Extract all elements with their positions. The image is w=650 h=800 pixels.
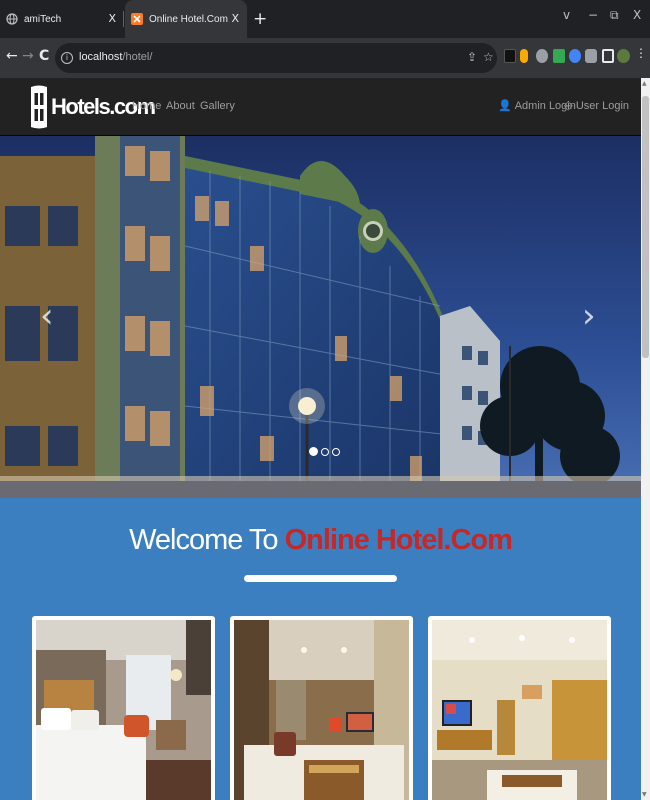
url-path: /hotel/ xyxy=(122,51,153,63)
page-viewport: Hotels.com Home About Gallery 👤 Admin Lo… xyxy=(0,78,641,800)
carousel-indicators xyxy=(309,447,340,456)
extensions-puzzle-icon[interactable] xyxy=(585,49,597,63)
user-login-label: User Login xyxy=(575,100,630,112)
room-card[interactable] xyxy=(428,616,611,800)
profile-avatar[interactable] xyxy=(617,49,630,63)
tab-close-button[interactable]: X xyxy=(231,12,239,25)
tab-amitech[interactable]: amiTech X xyxy=(0,0,124,38)
extension-icon[interactable] xyxy=(504,49,516,63)
tab-title: amiTech xyxy=(24,13,62,25)
url-text: localhost/hotel/ xyxy=(79,51,152,63)
nav-home-link[interactable]: Home xyxy=(132,100,161,112)
user-login-link[interactable]: ⎆ User Login xyxy=(564,99,629,113)
heading-underline xyxy=(244,575,397,582)
carousel-next-button[interactable]: › xyxy=(582,296,596,336)
welcome-heading: Welcome To Online Hotel.Com xyxy=(0,524,641,557)
user-icon: 👤 xyxy=(498,99,512,112)
side-panel-icon[interactable] xyxy=(602,49,614,63)
scrollbar-thumb[interactable] xyxy=(642,96,649,358)
browser-tab-strip: amiTech X Online Hotel.Com X + v − ⧉ X xyxy=(0,0,650,38)
url-host: localhost xyxy=(79,51,123,63)
scroll-up-arrow-icon[interactable]: ▲ xyxy=(642,80,647,87)
extension-icon[interactable] xyxy=(553,49,565,63)
room-card[interactable] xyxy=(230,616,413,800)
tab-title: Online Hotel.Com xyxy=(149,13,228,25)
welcome-brand: Online Hotel.Com xyxy=(284,524,513,556)
restore-button[interactable]: ⧉ xyxy=(610,8,619,23)
extension-icon[interactable] xyxy=(520,49,528,63)
tab-online-hotel[interactable]: Online Hotel.Com X xyxy=(125,0,247,38)
hotels-logo-icon xyxy=(31,85,47,129)
room-card[interactable] xyxy=(32,616,215,800)
welcome-prefix: Welcome To xyxy=(129,524,285,556)
bookmark-star-icon[interactable]: ☆ xyxy=(483,50,494,64)
hotel-building-photo xyxy=(0,136,641,498)
globe-icon xyxy=(6,13,18,25)
carousel-indicator[interactable] xyxy=(309,447,318,456)
tab-close-button[interactable]: X xyxy=(108,12,116,25)
site-info-icon[interactable]: i xyxy=(61,52,73,64)
scroll-down-arrow-icon[interactable]: ▼ xyxy=(642,791,647,798)
extension-icon[interactable] xyxy=(569,49,581,63)
xampp-icon xyxy=(131,13,143,25)
back-button[interactable]: ← xyxy=(6,48,18,64)
room-photo xyxy=(432,620,607,800)
forward-button[interactable]: → xyxy=(22,48,34,64)
extension-gear-icon[interactable] xyxy=(536,49,548,63)
room-photo xyxy=(234,620,409,800)
share-icon[interactable]: ⇪ xyxy=(467,50,477,64)
carousel-prev-button[interactable]: ‹ xyxy=(40,296,54,336)
carousel-indicator[interactable] xyxy=(332,448,340,456)
browser-menu-icon[interactable]: ⋮ xyxy=(635,46,647,60)
window-close-button[interactable]: X xyxy=(633,8,641,22)
address-bar[interactable]: i localhost/hotel/ ⇪ ☆ xyxy=(55,43,497,73)
page-scrollbar[interactable]: ▲ ▼ xyxy=(641,78,650,800)
reload-button[interactable]: C xyxy=(39,48,49,64)
login-icon: ⎆ xyxy=(564,99,573,112)
new-tab-button[interactable]: + xyxy=(253,9,267,29)
tab-search-dropdown-icon[interactable]: v xyxy=(563,8,570,22)
nav-gallery-link[interactable]: Gallery xyxy=(200,100,235,112)
room-photo xyxy=(36,620,211,800)
carousel-indicator[interactable] xyxy=(321,448,329,456)
site-navbar: Hotels.com Home About Gallery 👤 Admin Lo… xyxy=(0,78,641,136)
minimize-button[interactable]: − xyxy=(588,8,598,22)
hero-carousel: ‹ › xyxy=(0,136,641,498)
nav-about-link[interactable]: About xyxy=(166,100,195,112)
